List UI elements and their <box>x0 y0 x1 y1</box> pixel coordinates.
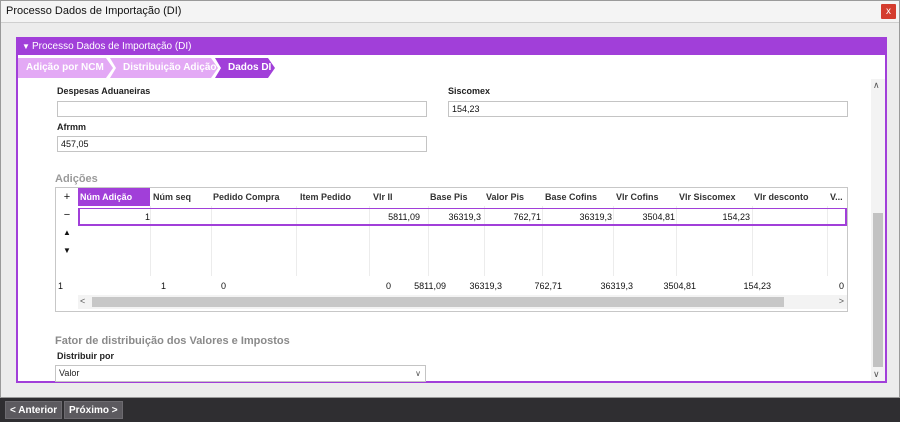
step-distribuicao-adicao[interactable]: Distribuição Adição <box>110 58 218 78</box>
total-valor-pis: 762,71 <box>534 281 562 291</box>
move-down-button[interactable]: ▼ <box>60 244 74 258</box>
step-dados-di[interactable]: Dados DI <box>215 58 275 78</box>
siscomex-label: Siscomex <box>448 86 491 96</box>
col-vlr-cofins[interactable]: Vlr Cofins <box>616 188 674 206</box>
siscomex-field[interactable]: 154,23 <box>448 101 848 117</box>
total-num-seq: 0 <box>220 281 226 291</box>
col-vlr-ii[interactable]: Vlr II <box>373 188 423 206</box>
cell-vlr-ii[interactable]: 5811,09 <box>355 209 420 225</box>
hscroll-thumb[interactable] <box>92 297 784 307</box>
main-panel: ▼ Processo Dados de Importação (DI) Adiç… <box>16 37 887 383</box>
next-button[interactable]: Próximo > <box>64 401 123 419</box>
distribuir-label: Distribuir por <box>57 351 115 361</box>
total-vlr-ii: 5811,09 <box>414 281 446 291</box>
cell-valor-pis[interactable]: 762,71 <box>485 209 541 225</box>
panel-header[interactable]: ▼ Processo Dados de Importação (DI) <box>18 39 885 55</box>
total-base-cofins: 36319,3 <box>600 281 633 291</box>
total-vlr-siscomex: 154,23 <box>743 281 771 291</box>
cell-num-adicao[interactable]: 1 <box>80 209 150 225</box>
close-button[interactable]: x <box>881 4 896 19</box>
col-item-pedido[interactable]: Item Pedido <box>300 188 368 206</box>
total-num-adicao: 1 <box>160 281 166 291</box>
collapse-caret-icon[interactable]: ▼ <box>22 39 30 55</box>
col-pedido-compra[interactable]: Pedido Compra <box>213 188 295 206</box>
titlebar: Processo Dados de Importação (DI) x <box>1 1 899 23</box>
cell-vlr-siscomex[interactable]: 154,23 <box>678 209 750 225</box>
remove-row-button[interactable]: − <box>60 208 74 222</box>
scroll-down-icon[interactable]: ∨ <box>873 369 880 380</box>
despesas-label: Despesas Aduaneiras <box>57 86 151 96</box>
total-vlr-cofins: 3504,81 <box>663 281 696 291</box>
grid-header: Núm Adição Núm seq Pedido Compra Item Pe… <box>78 188 847 206</box>
cell-vlr-cofins[interactable]: 3504,81 <box>616 209 675 225</box>
window-title: Processo Dados de Importação (DI) <box>6 5 182 17</box>
table-row-selected[interactable]: 1 5811,09 36319,3 762,71 36319,3 3504,81… <box>78 208 847 226</box>
adicoes-grid: + − ▲ ▼ Núm Adição Núm seq Pedido Compra… <box>55 187 848 312</box>
afrmm-field[interactable]: 457,05 <box>57 136 427 152</box>
col-num-adicao[interactable]: Núm Adição <box>78 188 150 206</box>
col-base-cofins[interactable]: Base Cofins <box>545 188 610 206</box>
previous-button[interactable]: < Anterior <box>5 401 63 419</box>
col-base-pis[interactable]: Base Pis <box>430 188 480 206</box>
step-adicao-ncm[interactable]: Adição por NCM <box>18 58 113 78</box>
total-base-pis: 36319,3 <box>469 281 502 291</box>
chevron-down-icon: ∨ <box>415 369 421 378</box>
afrmm-label: Afrmm <box>57 122 87 132</box>
distribuir-select[interactable]: Valor ∨ <box>55 365 426 382</box>
scroll-left-icon[interactable]: < <box>80 296 85 306</box>
totals-count: 1 <box>58 281 64 291</box>
col-num-seq[interactable]: Núm seq <box>153 188 208 206</box>
dialog-window: Processo Dados de Importação (DI) x ▼ Pr… <box>0 0 900 398</box>
scroll-up-icon[interactable]: ∧ <box>873 80 880 91</box>
cell-base-cofins[interactable]: 36319,3 <box>545 209 612 225</box>
move-up-button[interactable]: ▲ <box>60 226 74 240</box>
add-row-button[interactable]: + <box>60 190 74 204</box>
distribuir-value: Valor <box>59 368 80 378</box>
footer-bar: < Anterior Próximo > <box>0 398 900 422</box>
col-vlr-desconto[interactable]: Vlr desconto <box>754 188 824 206</box>
vertical-scrollbar[interactable]: ∧ ∨ <box>871 79 885 381</box>
col-vlr-siscomex[interactable]: Vlr Siscomex <box>679 188 749 206</box>
col-overflow[interactable]: V... <box>830 188 847 206</box>
form-content: Despesas Aduaneiras Siscomex 154,23 Afrm… <box>18 81 871 382</box>
vscroll-thumb[interactable] <box>873 213 883 367</box>
despesas-field[interactable] <box>57 101 427 117</box>
totals-row: 1 1 0 0 5811,09 36319,3 762,71 36319,3 3… <box>56 278 847 294</box>
total-vlr-desconto: 0 <box>838 281 844 291</box>
cell-base-pis[interactable]: 36319,3 <box>425 209 481 225</box>
adicoes-title: Adições <box>55 173 98 185</box>
panel-header-label: Processo Dados de Importação (DI) <box>32 41 192 52</box>
horizontal-scrollbar[interactable]: < > <box>78 295 847 309</box>
scroll-right-icon[interactable]: > <box>839 296 844 306</box>
fator-title: Fator de distribuição dos Valores e Impo… <box>55 335 290 347</box>
col-valor-pis[interactable]: Valor Pis <box>486 188 541 206</box>
wizard-steps: Adição por NCM Distribuição Adição Dados… <box>18 58 318 78</box>
